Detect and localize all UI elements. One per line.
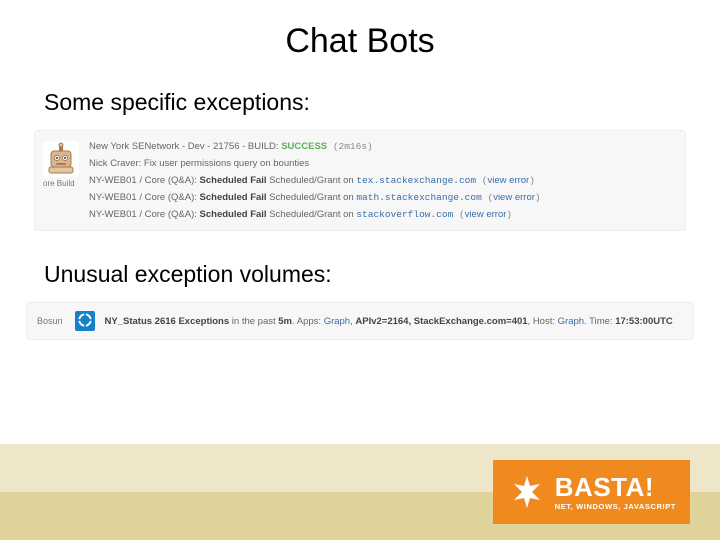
- basta-logo-icon: [507, 472, 547, 512]
- bosun-label: Bosun: [37, 316, 63, 326]
- lifebuoy-icon: [78, 313, 92, 330]
- bosun-avatar: [75, 311, 95, 331]
- graph-link[interactable]: Graph: [324, 316, 350, 327]
- bot-avatar-label: ore Build: [43, 179, 79, 188]
- msg-status-exceptions: NY_Status 2616 Exceptions in the past 5m…: [105, 316, 683, 327]
- msg-fail-math: NY-WEB01 / Core (Q&A): Scheduled Fail Sc…: [89, 192, 675, 203]
- subhead-specific-exceptions: Some specific exceptions:: [0, 89, 720, 116]
- view-error-link[interactable]: view error: [465, 209, 507, 220]
- chat-panel-volumes: Bosun NY_Status 2616 Exceptions in the p…: [26, 302, 694, 340]
- view-error-link[interactable]: view error: [488, 175, 530, 186]
- view-error-link[interactable]: view error: [493, 192, 535, 203]
- chat-panel-specific: ore Build New York SENetwork - Dev - 217…: [34, 130, 686, 231]
- robot-icon: [43, 141, 79, 177]
- subhead-unusual-volumes: Unusual exception volumes:: [0, 261, 720, 288]
- msg-fail-so: NY-WEB01 / Core (Q&A): Scheduled Fail Sc…: [89, 209, 675, 220]
- brand-badge: BASTA! NET, WINDOWS, JAVASCRIPT: [493, 460, 690, 524]
- slide-title: Chat Bots: [0, 0, 720, 61]
- brand-block: BASTA! NET, WINDOWS, JAVASCRIPT: [470, 444, 690, 540]
- bot-avatar-block: ore Build: [43, 141, 79, 220]
- brand-name: BASTA!: [555, 474, 676, 500]
- slide: Chat Bots Some specific exceptions:: [0, 0, 720, 540]
- brand-text: BASTA! NET, WINDOWS, JAVASCRIPT: [555, 474, 676, 511]
- msg-commit: Nick Craver: Fix user permissions query …: [89, 158, 675, 169]
- bot-avatar: [43, 141, 79, 177]
- brand-tagline: NET, WINDOWS, JAVASCRIPT: [555, 503, 676, 511]
- graph-link[interactable]: Graph: [558, 316, 584, 327]
- msg-build-success: New York SENetwork - Dev - 21756 - BUILD…: [89, 141, 675, 152]
- messages-list: New York SENetwork - Dev - 21756 - BUILD…: [89, 141, 675, 220]
- msg-fail-tex: NY-WEB01 / Core (Q&A): Scheduled Fail Sc…: [89, 175, 675, 186]
